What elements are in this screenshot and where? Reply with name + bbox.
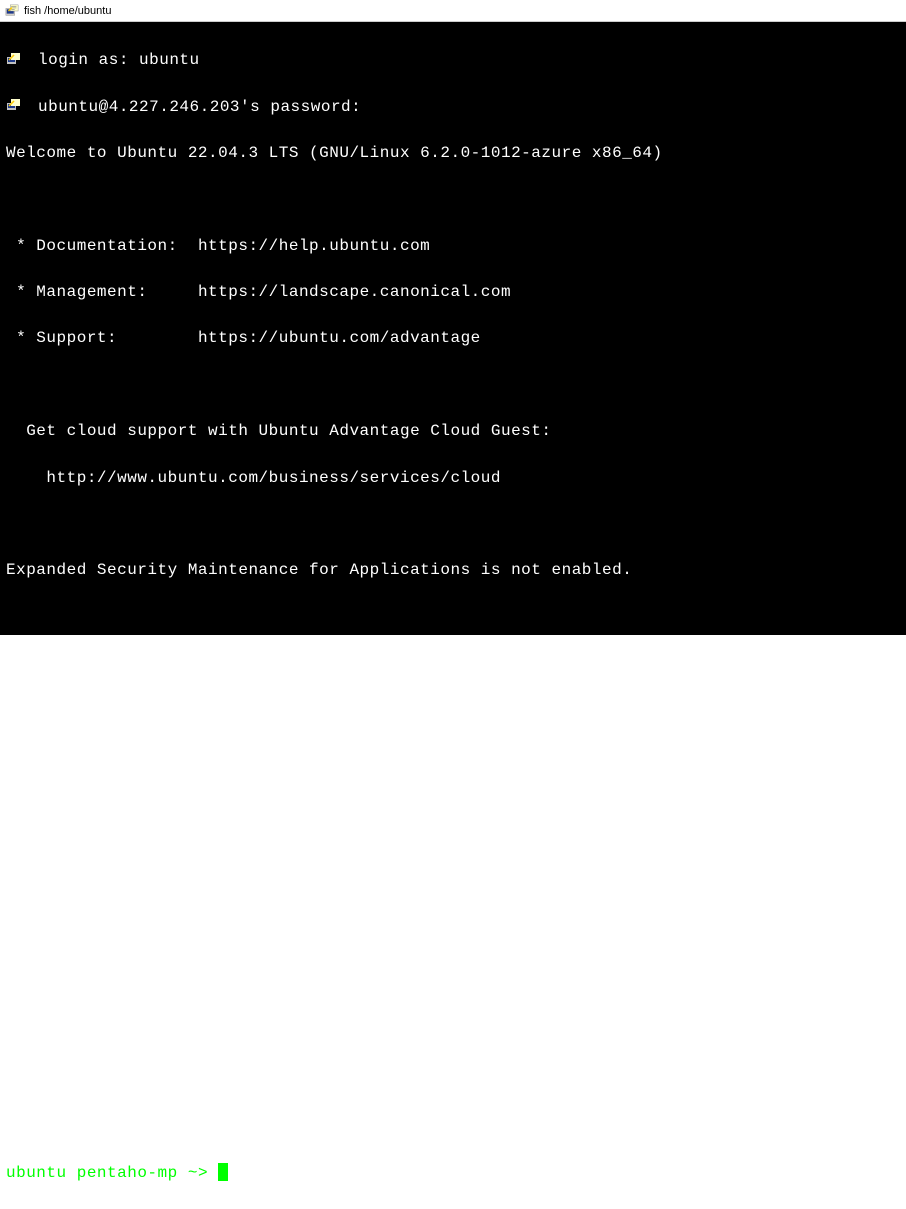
- prompt-at: @: [67, 1164, 77, 1182]
- window-title-text: fish /home/ubuntu: [24, 5, 111, 17]
- esm-updates-2: Learn more about enabling ESM Apps servi…: [6, 793, 693, 811]
- blank-line: [6, 513, 900, 536]
- connection-icon: [6, 49, 38, 72]
- blank-line: [6, 606, 900, 629]
- list-old-1: The list of available updates is more th…: [6, 932, 551, 950]
- prompt-user: ubuntu: [6, 1164, 67, 1182]
- blank-line: [6, 188, 900, 211]
- support-label: * Support:: [6, 329, 198, 347]
- esm-not-enabled: Expanded Security Maintenance for Applic…: [6, 561, 632, 579]
- password-prompt: ubuntu@4.227.246.203's password:: [38, 98, 361, 116]
- login-as-label: login as:: [38, 51, 139, 69]
- list-old-2: To check for new updates run: sudo apt u…: [6, 979, 461, 997]
- doc-label: * Documentation:: [6, 237, 198, 255]
- putty-icon: [4, 3, 20, 19]
- esm-updates-1: 5 additional security updates can be app…: [6, 747, 602, 765]
- cloud-guest-line1: Get cloud support with Ubuntu Advantage …: [6, 422, 551, 440]
- shell-prompt[interactable]: ubuntu@pentaho-mp ~>: [6, 1162, 900, 1185]
- terminal-viewport[interactable]: login as: ubuntu ubuntu@4.227.246.203's …: [0, 22, 906, 635]
- blank-line: [6, 884, 900, 907]
- mgmt-url: https://landscape.canonical.com: [198, 283, 511, 301]
- mgmt-label: * Management:: [6, 283, 198, 301]
- cursor: [218, 1163, 228, 1181]
- window-title-bar: fish /home/ubuntu: [0, 0, 906, 22]
- cloud-guest-line2: http://www.ubuntu.com/business/services/…: [6, 469, 501, 487]
- doc-url: https://help.ubuntu.com: [198, 237, 430, 255]
- prompt-host: pentaho-mp: [77, 1164, 178, 1182]
- updates-immediate: 0 updates can be applied immediately.: [6, 654, 380, 672]
- connection-icon: [6, 96, 38, 119]
- last-login: Last login: Mon Sep 25 12:25:00 2023 fro…: [6, 1071, 562, 1089]
- login-line: login as: ubuntu: [6, 49, 900, 72]
- blank-line: [6, 698, 900, 721]
- login-as-value: ubuntu: [139, 51, 200, 69]
- fish-welcome: Welcome to fish, the friendly interactiv…: [6, 1118, 481, 1136]
- blank-line: [6, 374, 900, 397]
- password-line: ubuntu@4.227.246.203's password:: [6, 96, 900, 119]
- prompt-arrow: >: [198, 1164, 218, 1182]
- prompt-path: ~: [178, 1164, 198, 1182]
- blank-line: [6, 838, 900, 861]
- support-url: https://ubuntu.com/advantage: [198, 329, 481, 347]
- welcome-text: Welcome to Ubuntu 22.04.3 LTS (GNU/Linux…: [6, 144, 663, 162]
- blank-line: [6, 1023, 900, 1046]
